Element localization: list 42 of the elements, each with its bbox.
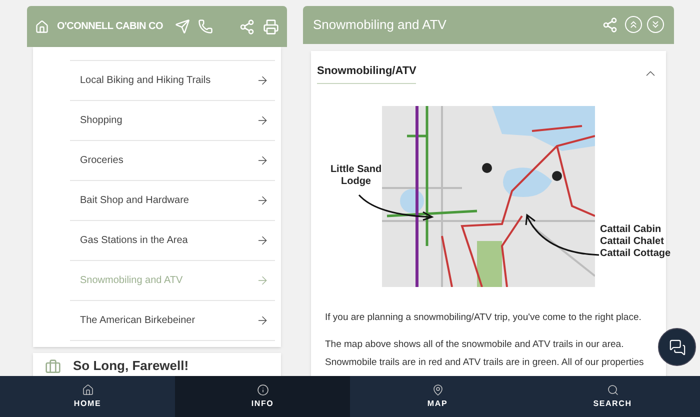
menu-item[interactable]: Groceries <box>70 141 275 181</box>
briefcase-icon <box>45 358 61 374</box>
search-icon <box>606 384 618 396</box>
double-chevron-down-icon <box>650 19 661 30</box>
map-pin-icon <box>432 384 444 396</box>
scroll-up-button[interactable] <box>625 16 642 34</box>
double-chevron-up-icon <box>628 19 639 30</box>
section-card[interactable]: So Long, Farewell! <box>33 353 281 378</box>
arrow-right-icon <box>256 314 269 327</box>
map-label: Little Sand Lodge <box>329 164 383 188</box>
map-label: Cattail Cottage <box>600 248 671 260</box>
arrow-right-icon <box>256 74 269 87</box>
detail-title: Snowmobiling and ATV <box>313 16 446 34</box>
send-icon[interactable] <box>175 19 190 34</box>
arrow-right-icon <box>256 234 269 247</box>
share-icon[interactable] <box>239 18 255 34</box>
phone-icon[interactable] <box>198 19 214 34</box>
arrow-right-icon <box>256 274 269 287</box>
menu-item[interactable]: Gas Stations in the Area <box>70 221 275 261</box>
menu-item[interactable]: Shopping <box>70 101 275 141</box>
menu-item[interactable]: Local Biking and Hiking Trails <box>70 61 275 101</box>
map-label: Cattail Chalet <box>600 236 665 248</box>
nav-tab[interactable]: INFO <box>175 376 350 417</box>
scroll-down-button[interactable] <box>647 16 664 34</box>
house-icon <box>35 20 49 34</box>
home-icon <box>82 384 94 396</box>
menu-item[interactable]: The American Birkebeiner <box>70 301 275 341</box>
section-title: So Long, Farewell! <box>73 356 189 375</box>
arrow-right-icon <box>256 114 269 127</box>
map-label: Cattail Cabin <box>600 224 662 236</box>
arrow-right-icon <box>256 154 269 167</box>
chat-icon <box>668 338 686 356</box>
paragraph: The map above shows all of the snowmobile and ATV trails in our area. Snowmobile trails are in red and ATV trails are in green. All of our properties <box>325 338 645 370</box>
paragraph: If you are planning a snowmobiling/ATV trip, you've come to the right place. <box>325 311 642 326</box>
chat-button[interactable] <box>658 328 696 366</box>
menu-item[interactable]: Bait Shop and Hardware <box>70 181 275 221</box>
arrow-right-icon <box>256 194 269 207</box>
info-icon <box>256 384 268 396</box>
accordion-title[interactable]: Snowmobiling/ATV <box>317 62 416 84</box>
print-icon[interactable] <box>263 18 279 34</box>
brand-name: O'CONNELL CABIN CO <box>57 20 164 34</box>
share-icon[interactable] <box>602 16 618 33</box>
